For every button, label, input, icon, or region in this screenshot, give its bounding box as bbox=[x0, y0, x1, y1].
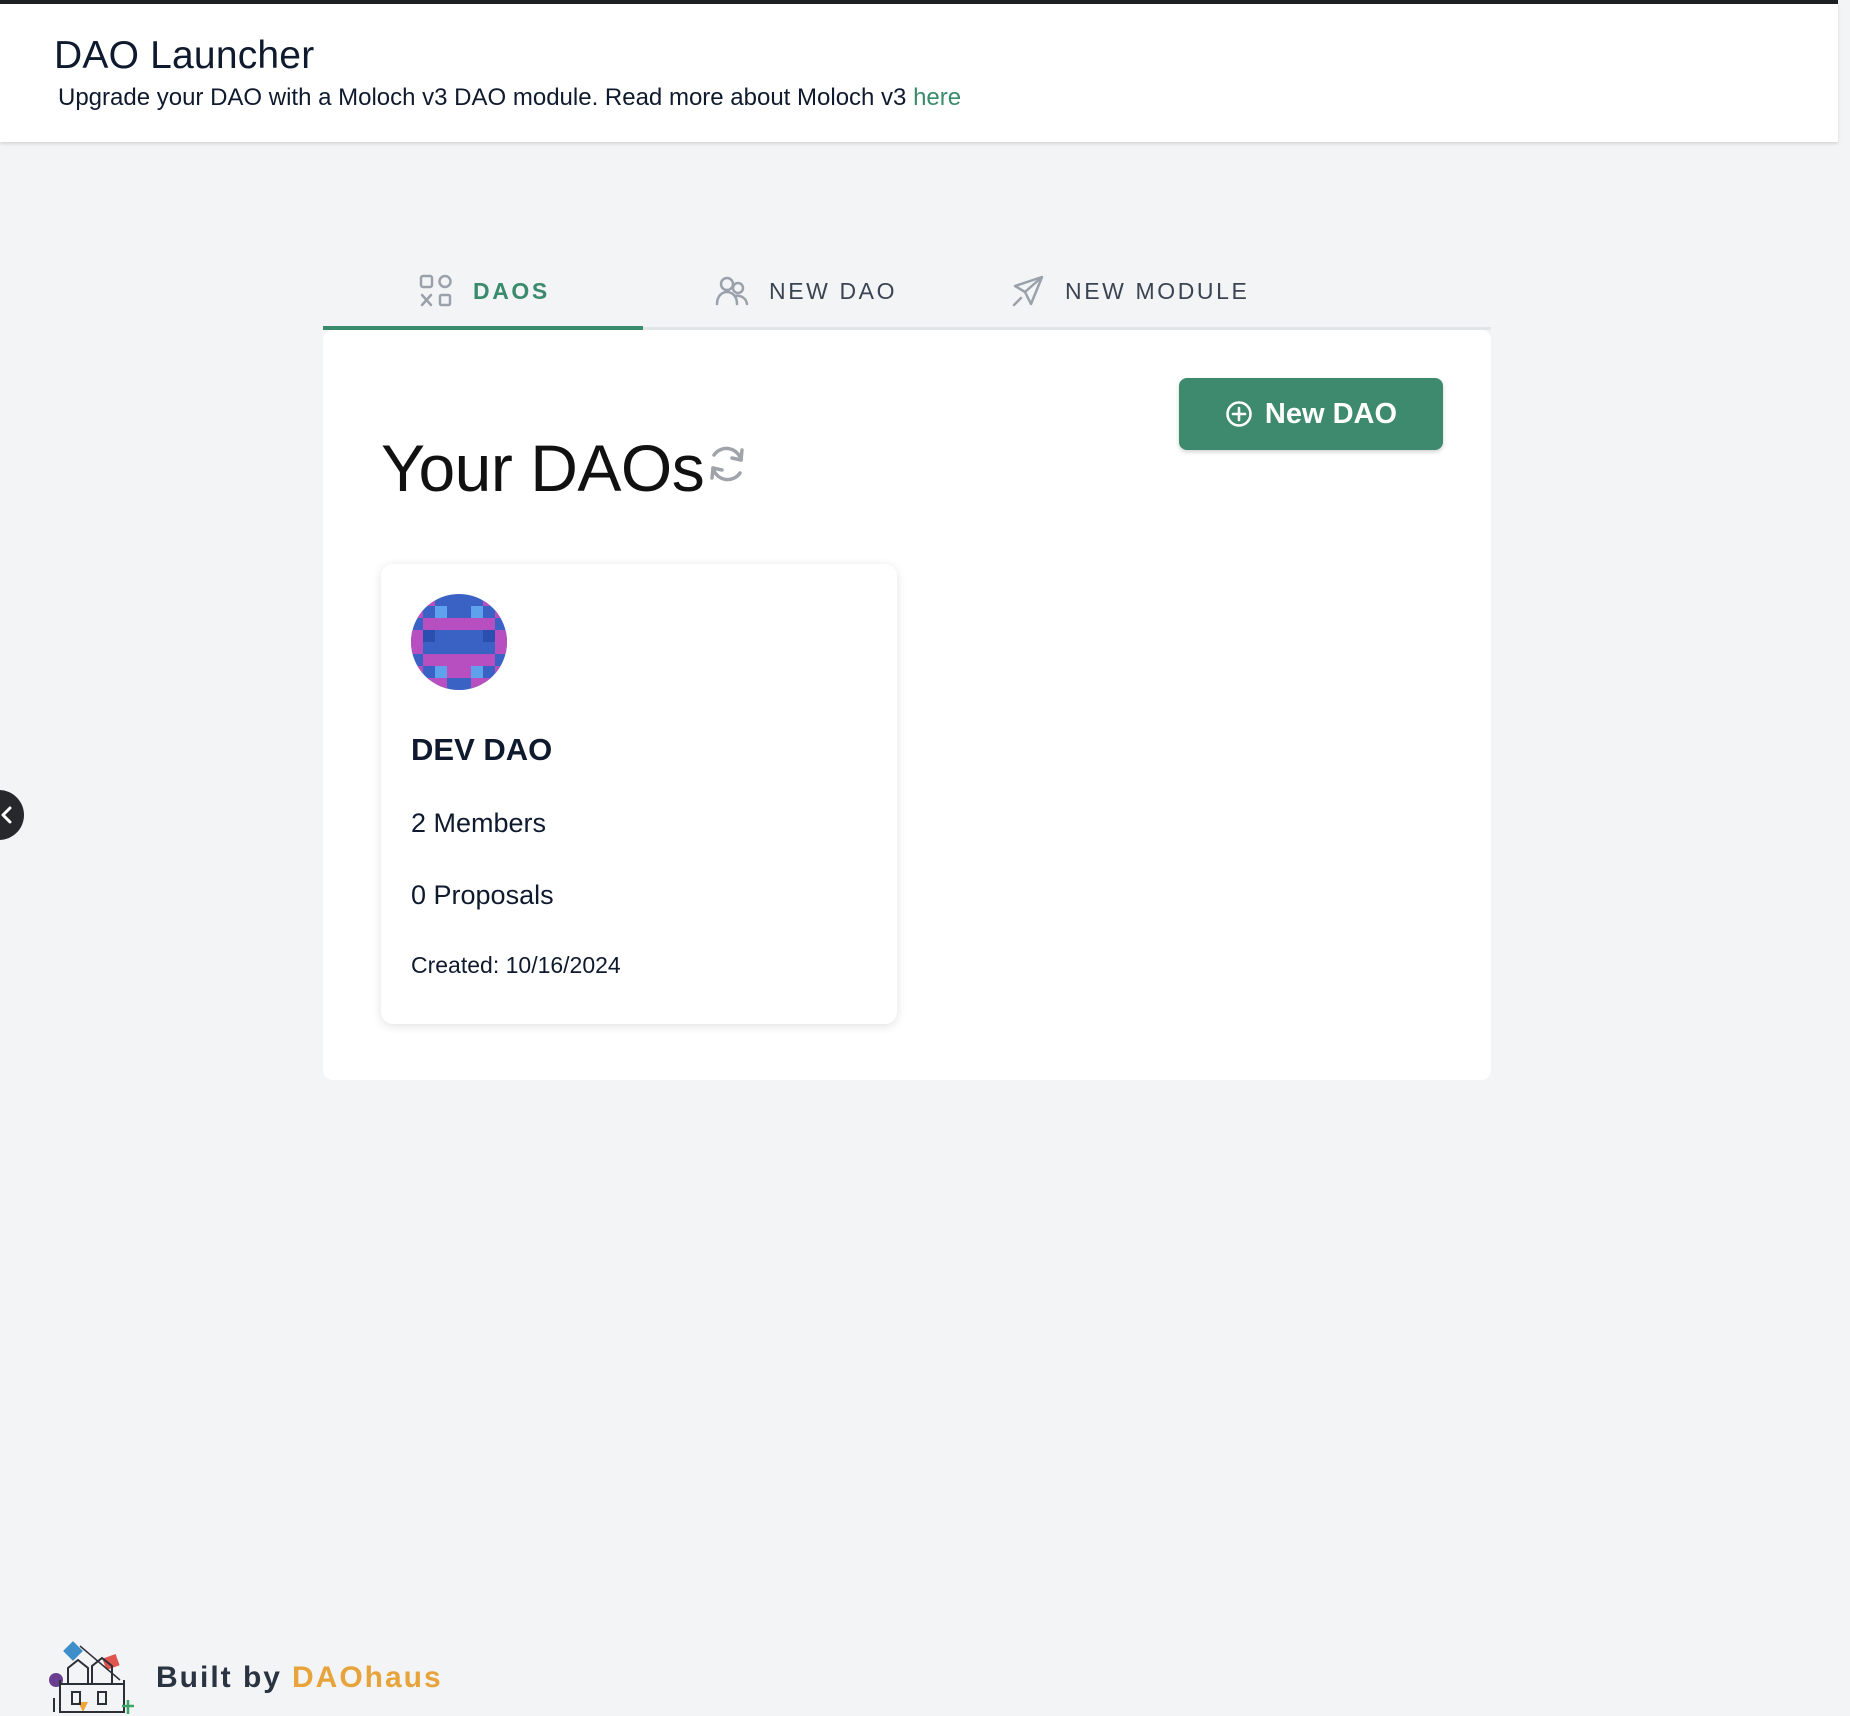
tab-new-dao[interactable]: NEW DAO bbox=[715, 252, 897, 330]
grid-icon bbox=[419, 274, 452, 307]
users-icon bbox=[715, 276, 749, 306]
dao-avatar bbox=[411, 594, 507, 690]
moloch-v3-link[interactable]: here bbox=[913, 84, 961, 111]
footer: Built by DAOhaus bbox=[44, 1640, 443, 1716]
page-title: Your DAOs bbox=[381, 431, 705, 505]
refresh-icon[interactable] bbox=[705, 442, 749, 486]
dao-identicon bbox=[411, 594, 507, 690]
tab-daos[interactable]: DAOS bbox=[419, 252, 550, 330]
dao-members-count: 2 Members bbox=[411, 808, 547, 838]
app-header: DAO Launcher Upgrade your DAO with a Mol… bbox=[0, 0, 1838, 142]
new-dao-button-label: New DAO bbox=[1264, 397, 1398, 430]
app-title: DAO Launcher bbox=[54, 34, 315, 77]
daohaus-castle-logo[interactable] bbox=[44, 1640, 136, 1716]
dao-proposals-count: 0 Proposals bbox=[411, 880, 554, 910]
app-subtitle: Upgrade your DAO with a Moloch v3 DAO mo… bbox=[58, 84, 961, 112]
new-dao-button[interactable]: New DAO bbox=[1179, 378, 1443, 450]
sidebar-toggle-button[interactable] bbox=[0, 790, 24, 840]
dao-card[interactable]: DEV DAO 2 Members 0 Proposals Created: 1… bbox=[381, 564, 897, 1024]
dao-created-date: Created: 10/16/2024 bbox=[411, 952, 621, 978]
dao-name: DEV DAO bbox=[411, 732, 553, 767]
chevron-left-icon bbox=[1, 806, 12, 824]
app-subtitle-text: Upgrade your DAO with a Moloch v3 DAO mo… bbox=[58, 84, 907, 111]
daos-panel: New DAO Your DAOs DEV DAO 2 Members 0 Pr… bbox=[323, 330, 1491, 1080]
rocket-icon bbox=[1012, 275, 1044, 307]
tab-new-module-label: NEW MODULE bbox=[1065, 277, 1250, 304]
tab-daos-label: DAOS bbox=[473, 277, 550, 304]
tab-bar: DAOS NEW DAO NEW MODULE bbox=[323, 252, 1491, 330]
tab-new-dao-label: NEW DAO bbox=[769, 277, 898, 304]
footer-brand-link[interactable]: DAOhaus bbox=[292, 1661, 443, 1695]
footer-built-by: Built by bbox=[156, 1661, 282, 1694]
tab-new-module[interactable]: NEW MODULE bbox=[1011, 252, 1249, 330]
plus-circle-icon bbox=[1226, 401, 1252, 427]
